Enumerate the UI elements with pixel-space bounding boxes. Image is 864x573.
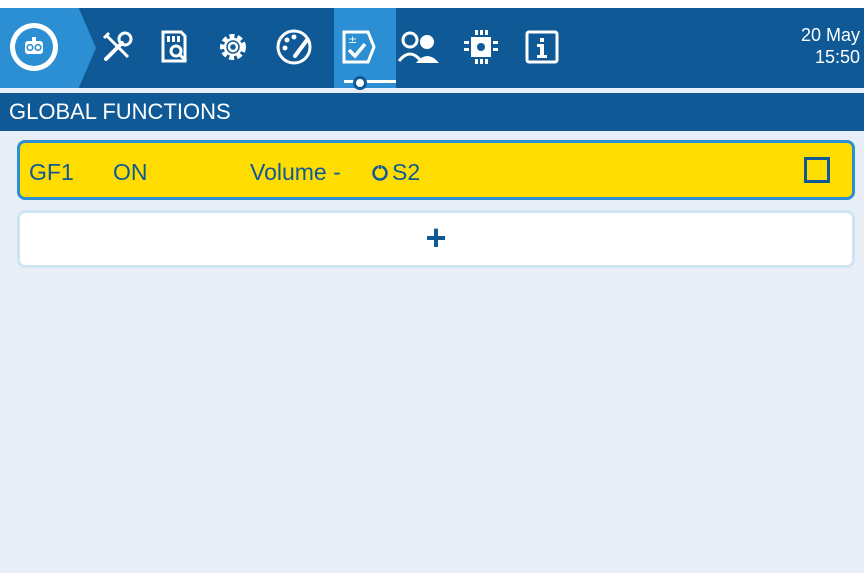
active-tab-indicator — [344, 80, 396, 83]
users-icon[interactable] — [396, 21, 444, 73]
page-dot-indicator — [353, 76, 367, 90]
theme-palette-icon[interactable] — [270, 21, 318, 73]
info-icon[interactable] — [518, 21, 566, 73]
function-id: GF1 — [29, 159, 74, 185]
global-function-row[interactable]: GF1 ON Volume - S2 — [17, 140, 855, 200]
enable-checkbox[interactable] — [804, 157, 830, 183]
hardware-chip-icon[interactable] — [457, 21, 505, 73]
sd-card-icon[interactable] — [149, 21, 197, 73]
pot-icon — [371, 161, 389, 188]
date-time: 20 May 15:50 — [801, 24, 860, 68]
page-title: GLOBAL FUNCTIONS — [0, 93, 864, 131]
svg-text:±: ± — [348, 33, 357, 46]
time-label: 15:50 — [814, 47, 860, 67]
gear-icon[interactable] — [209, 21, 257, 73]
tab-bar: ± 20 May 15:50 — [0, 8, 864, 88]
function-state: ON — [113, 159, 148, 185]
top-bar: ± 20 May 15:50 — [0, 0, 864, 90]
tools-icon[interactable] — [94, 21, 142, 73]
date-label: 20 May — [800, 25, 860, 45]
add-function-button[interactable]: + — [17, 210, 855, 268]
model-icon[interactable] — [10, 23, 58, 71]
function-source: S2 — [392, 159, 421, 185]
function-action: Volume - — [250, 159, 341, 185]
global-functions-icon[interactable]: ± — [334, 21, 384, 73]
